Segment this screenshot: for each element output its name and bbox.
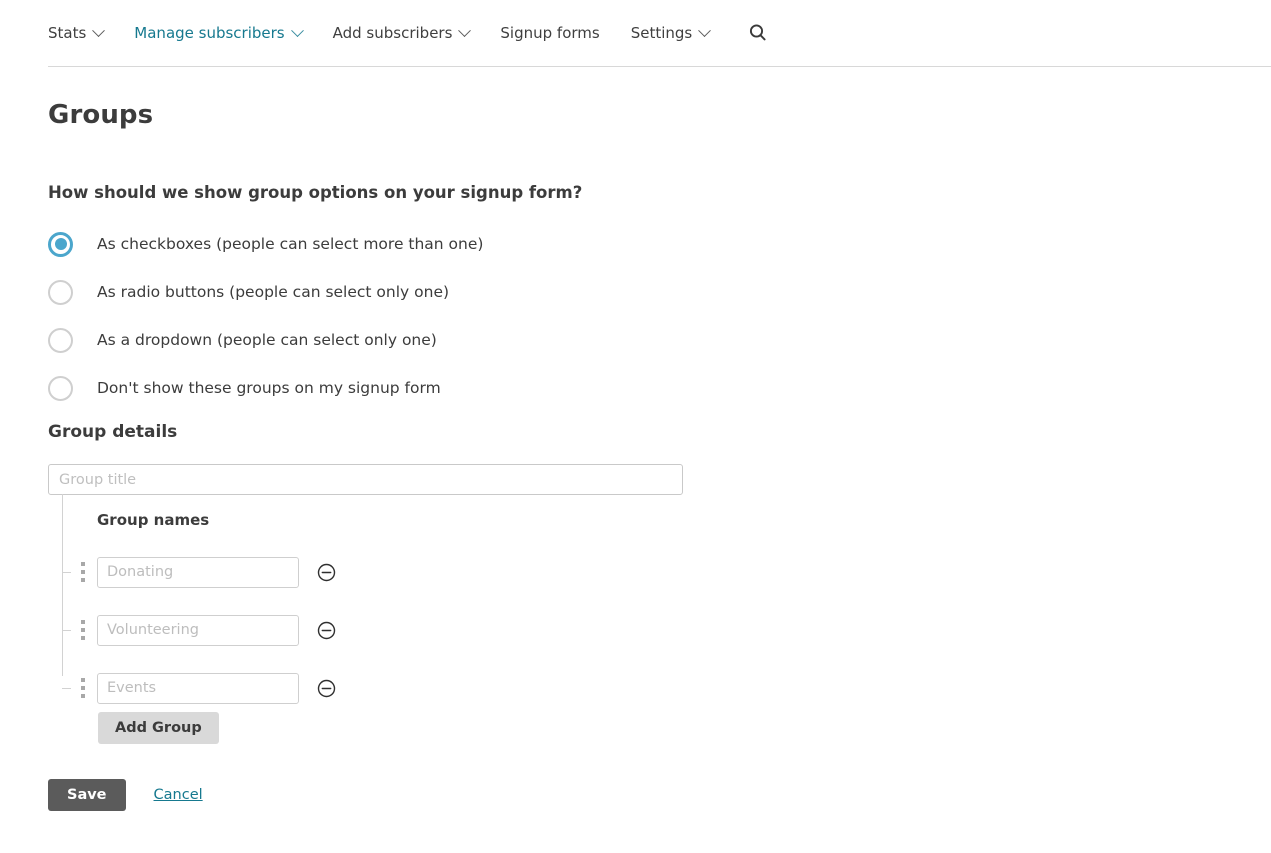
radio-button-icon[interactable] <box>48 375 73 401</box>
minus-circle-icon[interactable] <box>316 562 336 582</box>
nav-item-label: Manage subscribers <box>134 23 285 42</box>
radio-option-dropdown[interactable]: As a dropdown (people can select only on… <box>48 316 748 364</box>
radio-button-icon[interactable] <box>48 231 73 257</box>
group-name-input[interactable] <box>97 556 299 588</box>
drag-handle-icon[interactable] <box>73 678 93 698</box>
nav-item-label: Settings <box>630 23 693 42</box>
radio-option-label: As a dropdown (people can select only on… <box>97 331 437 349</box>
group-name-row <box>62 543 336 601</box>
group-details-heading: Group details <box>48 422 178 442</box>
chevron-down-icon <box>698 23 712 37</box>
display-mode-radio-group: As checkboxes (people can select more th… <box>48 220 748 412</box>
radio-option-label: As checkboxes (people can select more th… <box>97 235 484 253</box>
radio-option-label: Don't show these groups on my signup for… <box>97 379 441 397</box>
group-title-input[interactable] <box>48 464 683 495</box>
radio-button-icon[interactable] <box>48 279 73 305</box>
group-names-label: Group names <box>97 511 210 529</box>
search-icon[interactable] <box>744 19 772 47</box>
drag-handle-icon[interactable] <box>73 620 93 640</box>
chevron-down-icon <box>290 23 304 37</box>
nav-item-signup-forms[interactable]: Signup forms <box>500 23 600 42</box>
form-question-label: How should we show group options on your… <box>48 183 583 202</box>
group-name-input[interactable] <box>97 672 299 704</box>
nav-item-stats[interactable]: Stats <box>48 23 106 42</box>
group-name-row <box>62 601 336 659</box>
radio-option-hide-groups[interactable]: Don't show these groups on my signup for… <box>48 364 748 412</box>
nav-item-settings[interactable]: Settings <box>630 23 712 42</box>
tree-branch-tick <box>62 630 71 631</box>
radio-option-checkboxes[interactable]: As checkboxes (people can select more th… <box>48 220 748 268</box>
page-title: Groups <box>48 100 154 130</box>
radio-button-icon[interactable] <box>48 327 73 353</box>
form-actions: Save Cancel <box>48 779 203 811</box>
tree-branch-tick <box>62 688 71 689</box>
add-group-button[interactable]: Add Group <box>98 712 219 744</box>
group-names-list <box>62 543 336 717</box>
save-button[interactable]: Save <box>48 779 126 811</box>
nav-item-label: Stats <box>48 23 87 42</box>
group-name-row <box>62 659 336 717</box>
nav-item-label: Signup forms <box>500 23 600 42</box>
tree-branch-tick <box>62 572 71 573</box>
cancel-link[interactable]: Cancel <box>154 787 203 803</box>
nav-item-label: Add subscribers <box>332 23 453 42</box>
nav-item-add-subscribers[interactable]: Add subscribers <box>332 23 472 42</box>
chevron-down-icon <box>92 23 106 37</box>
chevron-down-icon <box>458 23 472 37</box>
minus-circle-icon[interactable] <box>316 620 336 640</box>
minus-circle-icon[interactable] <box>316 678 336 698</box>
group-name-input[interactable] <box>97 614 299 646</box>
radio-option-radio-buttons[interactable]: As radio buttons (people can select only… <box>48 268 748 316</box>
drag-handle-icon[interactable] <box>73 562 93 582</box>
nav-item-manage-subscribers[interactable]: Manage subscribers <box>134 23 304 42</box>
radio-option-label: As radio buttons (people can select only… <box>97 283 450 301</box>
top-navigation: Stats Manage subscribers Add subscribers… <box>48 0 1271 67</box>
